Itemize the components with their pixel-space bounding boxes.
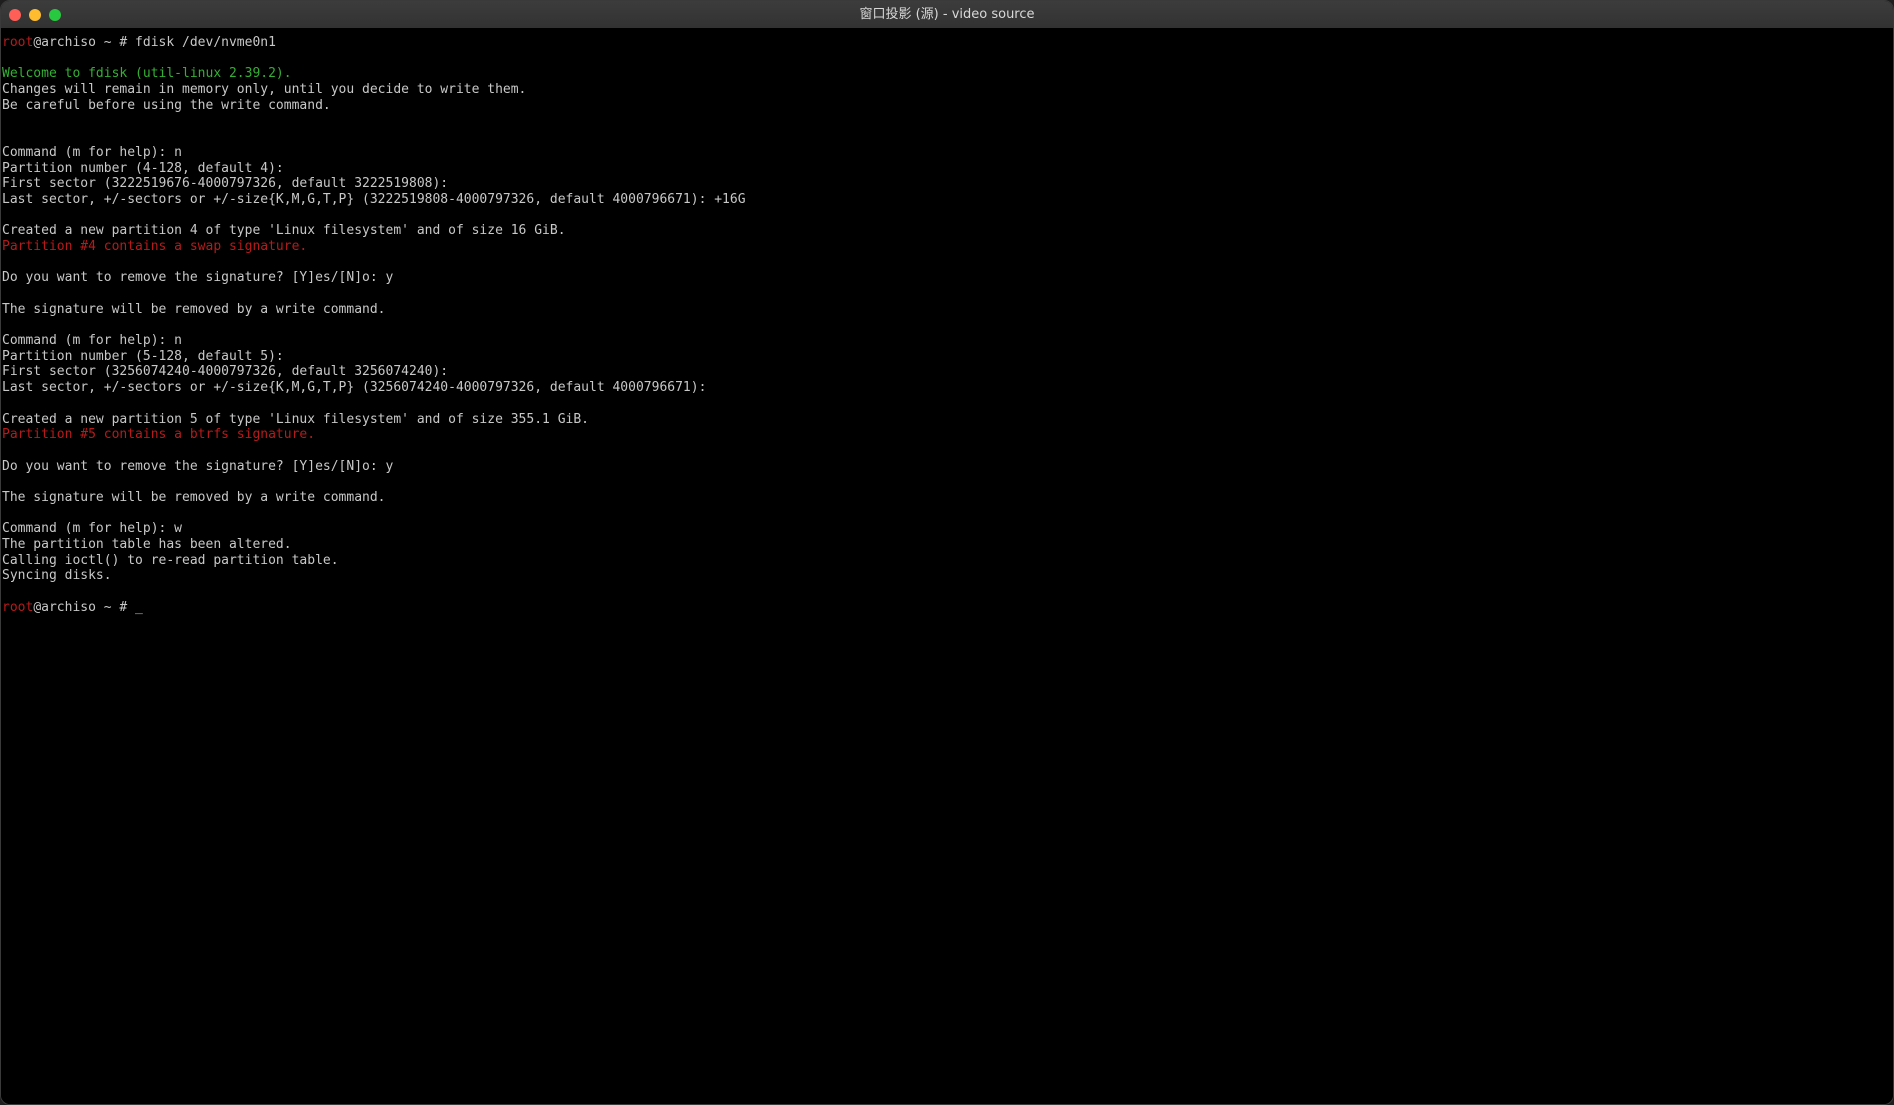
prompt-user: root bbox=[2, 599, 34, 615]
prompt-text: @archiso ~ # fdisk /dev/nvme0n1 bbox=[33, 35, 276, 50]
terminal-line: Command (m for help): n bbox=[2, 144, 183, 160]
terminal-line: Command (m for help): n bbox=[2, 333, 183, 349]
terminal-line: Created a new partition 4 of type 'Linux… bbox=[2, 223, 566, 239]
terminal-line: Partition number (5-128, default 5): bbox=[2, 348, 284, 364]
terminal-output: root@archiso ~ # fdisk /dev/nvme0n1 Welc… bbox=[2, 35, 746, 615]
terminal-line: Do you want to remove the signature? [Y]… bbox=[2, 458, 394, 474]
terminal-line: Do you want to remove the signature? [Y]… bbox=[2, 270, 394, 286]
terminal-line: Be careful before using the write comman… bbox=[2, 97, 331, 113]
terminal-line: Partition #4 contains a swap signature. bbox=[2, 238, 308, 254]
prompt-text: @archiso ~ # _ bbox=[33, 599, 143, 615]
terminal-line: First sector (3222519676-4000797326, def… bbox=[2, 176, 449, 192]
terminal-line: Calling ioctl() to re-read partition tab… bbox=[2, 552, 339, 568]
terminal-line: Created a new partition 5 of type 'Linux… bbox=[2, 411, 589, 427]
terminal-line: Partition #5 contains a btrfs signature. bbox=[2, 427, 316, 443]
terminal-line: First sector (3256074240-4000797326, def… bbox=[2, 364, 449, 380]
terminal-line: The signature will be removed by a write… bbox=[2, 301, 386, 317]
terminal-area[interactable]: root@archiso ~ # fdisk /dev/nvme0n1 Welc… bbox=[1, 28, 1893, 1104]
terminal-line: The partition table has been altered. bbox=[2, 537, 292, 552]
terminal-line: Last sector, +/-sectors or +/-size{K,M,G… bbox=[2, 380, 707, 396]
terminal-line: Partition number (4-128, default 4): bbox=[2, 160, 284, 176]
terminal-line: Syncing disks. bbox=[2, 568, 112, 584]
window-title: 窗口投影 (源) - video source bbox=[859, 7, 1035, 22]
terminal-line: The signature will be removed by a write… bbox=[2, 489, 386, 505]
terminal-line: Last sector, +/-sectors or +/-size{K,M,G… bbox=[2, 191, 746, 207]
glitch-noise bbox=[1263, 36, 1893, 96]
terminal-line: root@archiso ~ # _ bbox=[2, 600, 746, 616]
terminal-line: Welcome to fdisk (util-linux 2.39.2). bbox=[2, 66, 292, 82]
title-bar[interactable]: 窗口投影 (源) - video source bbox=[1, 1, 1893, 29]
terminal-line: Command (m for help): w bbox=[2, 521, 183, 537]
terminal-line: root@archiso ~ # fdisk /dev/nvme0n1 bbox=[2, 35, 746, 51]
terminal-window: 窗口投影 (源) - video source root@archiso ~ #… bbox=[0, 0, 1894, 1105]
prompt-user: root bbox=[2, 35, 34, 50]
terminal-line: Changes will remain in memory only, unti… bbox=[2, 82, 527, 98]
